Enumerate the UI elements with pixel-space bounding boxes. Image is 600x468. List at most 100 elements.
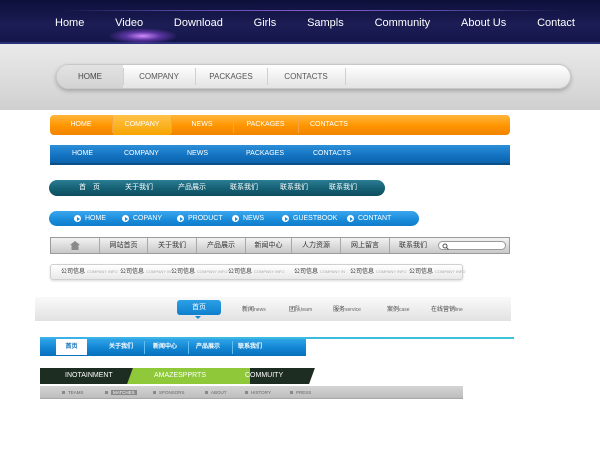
pill-nav-home[interactable]: HOME bbox=[74, 211, 106, 226]
silver-nav-company[interactable]: COMPANY bbox=[123, 65, 195, 88]
info-nav-item[interactable]: 公司信息 COMPANY INFO bbox=[409, 265, 466, 279]
pill-nav-contant[interactable]: CONTANT bbox=[347, 211, 391, 226]
info-nav-label: 公司信息 bbox=[350, 269, 375, 275]
top-divider-line bbox=[60, 10, 570, 11]
silver-nav-packages[interactable]: PACKAGES bbox=[195, 65, 267, 88]
light-nav-home-active[interactable]: 首页 bbox=[177, 300, 221, 315]
info-nav-item[interactable]: 公司信息 COMPANY INFO bbox=[228, 265, 285, 279]
search-input[interactable] bbox=[438, 241, 506, 250]
nav-item-contact[interactable]: Contact bbox=[537, 17, 575, 29]
light-nav-item[interactable]: 新闻news bbox=[242, 304, 266, 313]
teal-nav: 首 页 关于我们 产品展示 联系我们 联系我们 联系我们 bbox=[49, 180, 385, 196]
arrow-icon bbox=[282, 215, 289, 222]
gray-nav-home-button[interactable] bbox=[51, 238, 99, 253]
sub-nav-press[interactable]: PRESS bbox=[290, 386, 311, 399]
teal-nav-contact-2[interactable]: 联系我们 bbox=[280, 180, 308, 196]
orange-nav-contacts[interactable]: CONTACTS bbox=[299, 115, 359, 135]
blue-nav-packages[interactable]: PACKAGES bbox=[246, 145, 284, 163]
gray-nav-news[interactable]: 新闻中心 bbox=[246, 238, 291, 253]
info-nav-sublabel: COMPANY INFO bbox=[376, 269, 407, 274]
info-nav-item[interactable]: 公司信息 COMPANY IN bbox=[120, 265, 171, 279]
light-nav-item[interactable]: 在线营销line bbox=[431, 304, 463, 313]
info-nav-label: 公司信息 bbox=[120, 269, 145, 275]
teal-nav-products[interactable]: 产品展示 bbox=[178, 180, 206, 196]
orange-nav-news[interactable]: NEWS bbox=[172, 115, 232, 135]
sub-nav-teams[interactable]: TEAMS bbox=[62, 386, 84, 399]
info-nav-item[interactable]: 公司信息 COMPANY INFO bbox=[61, 265, 118, 279]
sub-nav-label-active: MATCHES bbox=[111, 390, 137, 395]
pill-nav-label: NEWS bbox=[243, 215, 264, 222]
top-nav-items: Home Video Download Girls Sampls Communi… bbox=[55, 17, 575, 29]
info-nav-item[interactable]: 公司信息 COMPANY INFO bbox=[350, 265, 407, 279]
nav-item-download[interactable]: Download bbox=[174, 17, 223, 29]
search-icon bbox=[442, 243, 449, 250]
tab-products[interactable]: 产品展示 bbox=[196, 339, 220, 355]
blue-nav-news[interactable]: NEWS bbox=[187, 145, 208, 163]
info-nav-label: 公司信息 bbox=[61, 269, 86, 275]
arrow-icon bbox=[74, 215, 81, 222]
pill-nav-guestbook[interactable]: GUESTBOOK bbox=[282, 211, 337, 226]
pill-nav-news[interactable]: NEWS bbox=[232, 211, 264, 226]
light-nav-item[interactable]: 案例case bbox=[387, 304, 410, 313]
blue-pill-nav: HOME COPANY PRODUCT NEWS GUESTBOOK CONTA… bbox=[49, 211, 419, 226]
arrow-icon bbox=[232, 215, 239, 222]
sub-nav-label: TEAMS bbox=[68, 390, 84, 395]
bullet-icon bbox=[205, 391, 208, 395]
silver-nav-contacts[interactable]: CONTACTS bbox=[267, 65, 345, 88]
info-nav-item[interactable]: 公司信息 COMPANY INFO bbox=[171, 265, 228, 279]
teal-nav-contact-3[interactable]: 联系我们 bbox=[329, 180, 357, 196]
tab-about[interactable]: 关于我们 bbox=[109, 339, 133, 355]
info-nav-item[interactable]: 公司信息 COMPANY IN bbox=[294, 265, 345, 279]
teal-nav-contact-1[interactable]: 联系我们 bbox=[230, 180, 258, 196]
nav-item-community[interactable]: Community bbox=[375, 17, 431, 29]
nav-item-home[interactable]: Home bbox=[55, 17, 84, 29]
light-nav: 首页 新闻news 团队team 服务service 案例case 在线营销li… bbox=[35, 297, 511, 321]
light-nav-label: 服务 bbox=[333, 307, 346, 313]
sub-nav-matches[interactable]: MATCHES bbox=[105, 386, 137, 399]
sports-nav-amazesprts[interactable]: AMAZESPPRTS bbox=[154, 368, 206, 384]
divider bbox=[188, 341, 189, 354]
blue-nav-contacts[interactable]: CONTACTS bbox=[313, 145, 351, 163]
pill-nav-product[interactable]: PRODUCT bbox=[177, 211, 223, 226]
gray-nav-contact[interactable]: 联系我们 bbox=[390, 238, 436, 253]
bullet-icon bbox=[290, 391, 293, 395]
sub-nav-about[interactable]: ABOUT bbox=[205, 386, 227, 399]
light-nav-label: 在线营销 bbox=[431, 307, 456, 313]
light-nav-item[interactable]: 服务service bbox=[333, 304, 361, 313]
gray-nav-about[interactable]: 关于我们 bbox=[148, 238, 196, 253]
blue-nav: HOME COMPANY NEWS PACKAGES CONTACTS bbox=[50, 145, 510, 165]
sub-nav-sponsors[interactable]: SPONSORS bbox=[153, 386, 185, 399]
caret-down-icon bbox=[195, 316, 201, 319]
pill-nav-label: GUESTBOOK bbox=[293, 215, 338, 222]
tab-home[interactable]: 首页 bbox=[56, 339, 87, 355]
blue-nav-company[interactable]: COMPANY bbox=[124, 145, 159, 163]
teal-nav-about[interactable]: 关于我们 bbox=[125, 180, 153, 196]
sports-nav-inotainment[interactable]: INOTAINMENT bbox=[65, 368, 113, 384]
pill-nav-copany[interactable]: COPANY bbox=[122, 211, 162, 226]
info-nav-label: 公司信息 bbox=[294, 269, 319, 275]
nav-item-video[interactable]: Video bbox=[115, 17, 143, 29]
orange-nav-home[interactable]: HOME bbox=[50, 115, 112, 135]
sub-nav-label: SPONSORS bbox=[159, 390, 185, 395]
info-nav: 公司信息 COMPANY INFO 公司信息 COMPANY IN 公司信息 COMP… bbox=[50, 264, 466, 280]
sub-nav-history[interactable]: HISTORY bbox=[245, 386, 271, 399]
sub-nav-label: PRESS bbox=[296, 390, 312, 395]
orange-nav-packages[interactable]: PACKAGES bbox=[234, 115, 297, 135]
tab-contact[interactable]: 联系我们 bbox=[238, 339, 262, 355]
pill-nav-label: HOME bbox=[85, 215, 106, 222]
nav-item-about-us[interactable]: About Us bbox=[461, 17, 506, 29]
tab-news[interactable]: 新闻中心 bbox=[153, 339, 177, 355]
light-nav-item[interactable]: 团队team bbox=[289, 304, 312, 313]
sports-nav-commuity[interactable]: COMMUITY bbox=[245, 368, 283, 384]
gray-sub-nav: TEAMS MATCHES SPONSORS ABOUT HISTORY PRE… bbox=[40, 386, 463, 399]
gray-nav-hr[interactable]: 人力资源 bbox=[292, 238, 340, 253]
gray-nav-site-home[interactable]: 网站首页 bbox=[100, 238, 147, 253]
blue-nav-home[interactable]: HOME bbox=[72, 145, 93, 163]
teal-nav-home[interactable]: 首 页 bbox=[79, 180, 100, 196]
nav-item-sampls[interactable]: Sampls bbox=[307, 17, 344, 29]
gray-nav-products[interactable]: 产品展示 bbox=[197, 238, 245, 253]
nav-item-girls[interactable]: Girls bbox=[254, 17, 277, 29]
gray-nav-guestbook[interactable]: 网上留言 bbox=[341, 238, 389, 253]
silver-nav-home[interactable]: HOME bbox=[57, 65, 123, 88]
orange-nav-company[interactable]: COMPANY bbox=[113, 115, 171, 135]
